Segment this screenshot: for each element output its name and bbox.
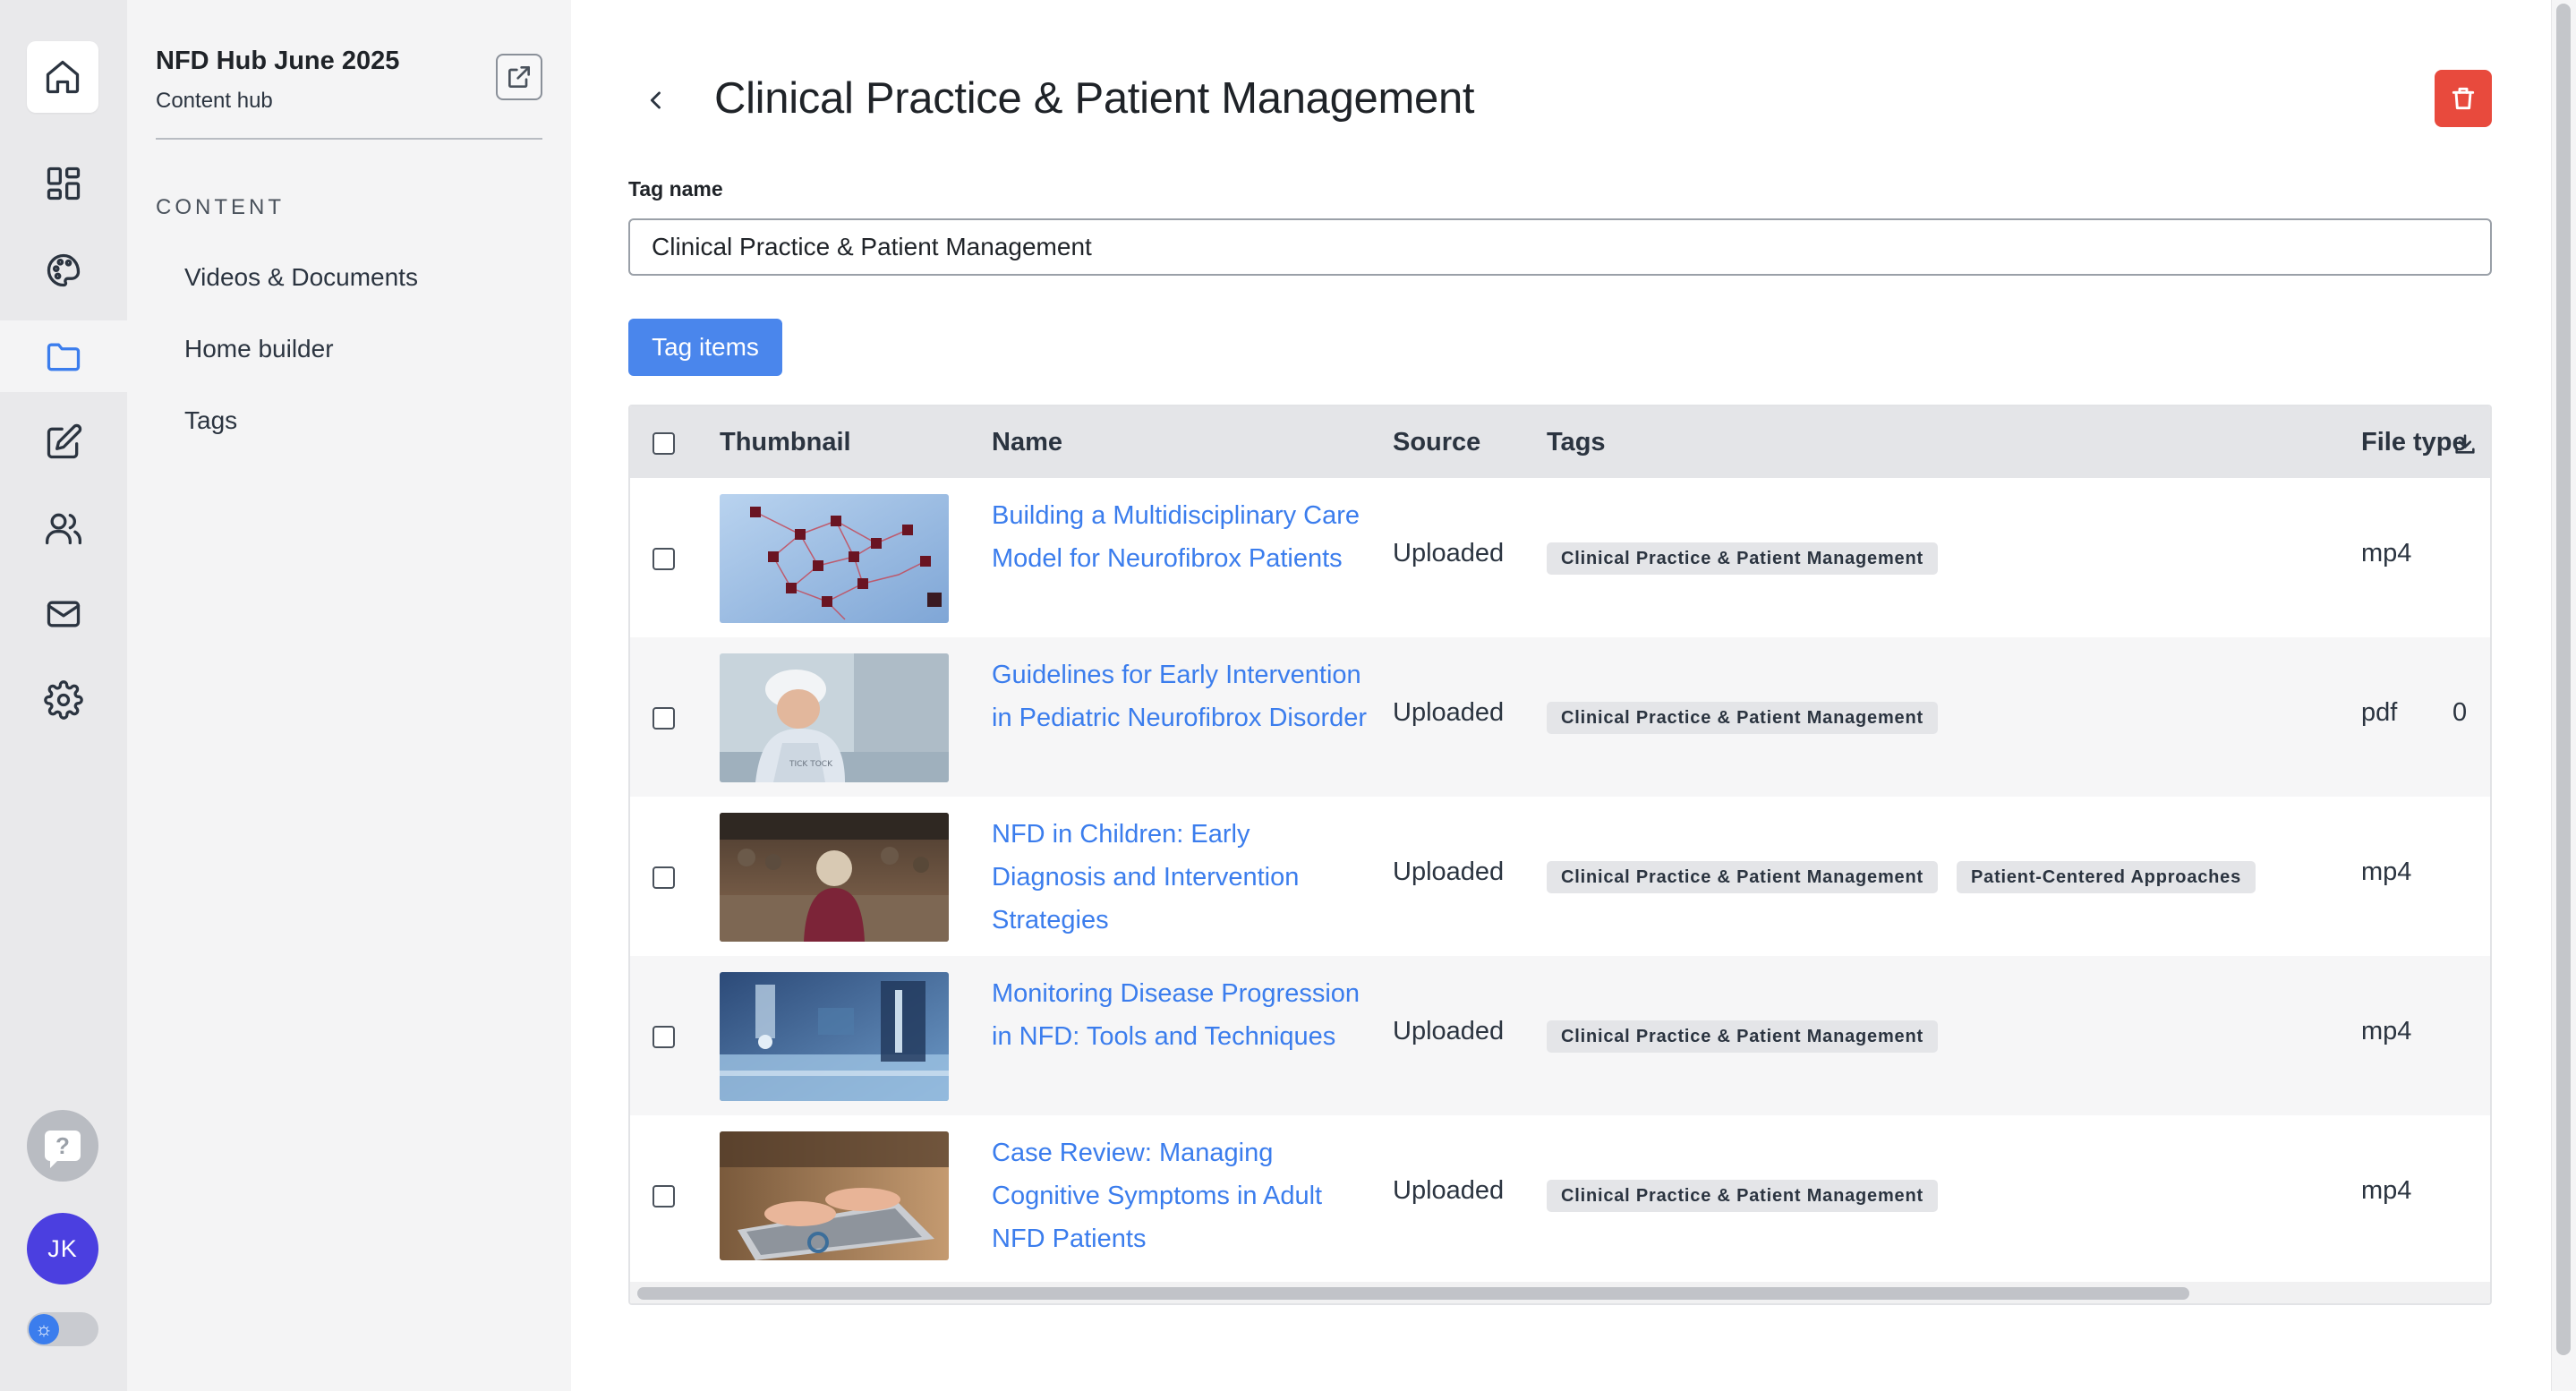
page-title: Clinical Practice & Patient Management — [714, 74, 1475, 123]
tag-chip: Clinical Practice & Patient Management — [1547, 542, 1938, 575]
row-checkbox[interactable] — [653, 1185, 675, 1208]
item-file-type: mp4 — [2361, 858, 2412, 886]
open-external-button[interactable] — [496, 54, 542, 100]
row-checkbox[interactable] — [653, 548, 675, 570]
gear-icon[interactable] — [0, 664, 127, 736]
column-header-tags: Tags — [1547, 428, 1606, 457]
item-source: Uploaded — [1393, 858, 1505, 886]
svg-text:TICK TOCK: TICK TOCK — [789, 760, 833, 769]
column-header-source[interactable]: Source — [1393, 428, 1480, 457]
item-name-link[interactable]: Building a Multidisciplinary Care Model … — [992, 494, 1368, 580]
item-source: Uploaded — [1393, 1176, 1505, 1205]
table-row[interactable]: NFD in Children: Early Diagnosis and Int… — [630, 797, 2490, 956]
sun-icon: ☼ — [29, 1314, 59, 1344]
sidebar-item-videos-documents[interactable]: Videos & Documents — [184, 263, 418, 292]
item-file-type: mp4 — [2361, 1017, 2412, 1045]
sidebar-item-tags[interactable]: Tags — [184, 406, 237, 435]
mail-icon[interactable] — [0, 578, 127, 650]
table-header: Thumbnail Name Source Tags File type — [630, 406, 2490, 478]
edit-icon[interactable] — [0, 406, 127, 478]
theme-toggle[interactable]: ☼ — [27, 1312, 98, 1346]
back-button[interactable] — [638, 82, 674, 118]
tag-chip: Clinical Practice & Patient Management — [1547, 861, 1938, 893]
row-checkbox[interactable] — [653, 707, 675, 730]
hub-title: NFD Hub June 2025 — [156, 47, 400, 75]
table-row[interactable]: TICK TOCK Guidelines for Early Intervent… — [630, 637, 2490, 797]
avatar[interactable]: JK — [27, 1213, 98, 1284]
chevron-left-icon — [650, 91, 661, 109]
row-checkbox[interactable] — [653, 866, 675, 889]
item-file-type: pdf — [2361, 698, 2398, 727]
item-name-link[interactable]: Case Review: Managing Cognitive Symptoms… — [992, 1131, 1368, 1260]
trash-icon — [2452, 87, 2475, 110]
vertical-scrollbar-thumb[interactable] — [2556, 4, 2571, 1355]
item-name-link[interactable]: NFD in Children: Early Diagnosis and Int… — [992, 813, 1368, 942]
column-header-thumbnail: Thumbnail — [720, 428, 851, 457]
tag-chip: Clinical Practice & Patient Management — [1547, 1180, 1938, 1212]
icon-rail: ? JK ☼ — [0, 0, 127, 1391]
tag-chip: Clinical Practice & Patient Management — [1547, 1020, 1938, 1053]
item-name-link[interactable]: Monitoring Disease Progression in NFD: T… — [992, 972, 1368, 1058]
item-source: Uploaded — [1393, 698, 1505, 727]
content-sidebar: NFD Hub June 2025 Content hub CONTENT Vi… — [127, 0, 571, 1391]
dashboard-icon[interactable] — [0, 148, 127, 219]
item-source: Uploaded — [1393, 1017, 1505, 1045]
row-checkbox[interactable] — [653, 1026, 675, 1048]
item-source: Uploaded — [1393, 539, 1505, 567]
users-icon[interactable] — [0, 492, 127, 564]
download-icon[interactable] — [2452, 431, 2478, 457]
folder-icon[interactable] — [0, 320, 127, 392]
item-downloads: 0 — [2452, 698, 2468, 727]
tag-name-label: Tag name — [628, 177, 723, 201]
tag-chip: Patient-Centered Approaches — [1957, 861, 2256, 893]
table-row[interactable]: Case Review: Managing Cognitive Symptoms… — [630, 1115, 2490, 1275]
column-header-file-type[interactable]: File type — [2361, 428, 2467, 457]
column-header-name[interactable]: Name — [992, 428, 1062, 457]
thumbnail-child-in-hat[interactable]: TICK TOCK — [720, 653, 949, 782]
table-row[interactable]: Building a Multidisciplinary Care Model … — [630, 478, 2490, 637]
external-link-icon — [508, 66, 530, 88]
thumbnail-network-diagram[interactable] — [720, 494, 949, 623]
item-file-type: mp4 — [2361, 539, 2412, 567]
horizontal-scrollbar-thumb[interactable] — [637, 1287, 2189, 1300]
thumbnail-child-in-crowd[interactable] — [720, 813, 949, 942]
thumbnail-lab-equipment[interactable] — [720, 972, 949, 1101]
sidebar-item-home-builder[interactable]: Home builder — [184, 335, 334, 363]
help-button[interactable]: ? — [27, 1110, 98, 1182]
items-table: Thumbnail Name Source Tags File type Bui… — [628, 405, 2492, 1305]
thumbnail-typing-laptop[interactable] — [720, 1131, 949, 1260]
select-all-checkbox[interactable] — [653, 432, 675, 455]
home-icon[interactable] — [27, 41, 98, 113]
item-file-type: mp4 — [2361, 1176, 2412, 1205]
sidebar-divider — [156, 138, 542, 140]
tag-items-button[interactable]: Tag items — [628, 319, 782, 376]
tag-name-input[interactable] — [628, 218, 2492, 276]
table-row[interactable]: Monitoring Disease Progression in NFD: T… — [630, 956, 2490, 1115]
main-content: Clinical Practice & Patient Management T… — [571, 0, 2551, 1391]
palette-icon[interactable] — [0, 235, 127, 306]
delete-button[interactable] — [2435, 70, 2492, 127]
sidebar-section-label: CONTENT — [156, 195, 285, 219]
tag-chip: Clinical Practice & Patient Management — [1547, 702, 1938, 734]
hub-subtitle: Content hub — [156, 89, 273, 113]
item-name-link[interactable]: Guidelines for Early Intervention in Ped… — [992, 653, 1368, 739]
help-icon: ? — [45, 1131, 81, 1168]
